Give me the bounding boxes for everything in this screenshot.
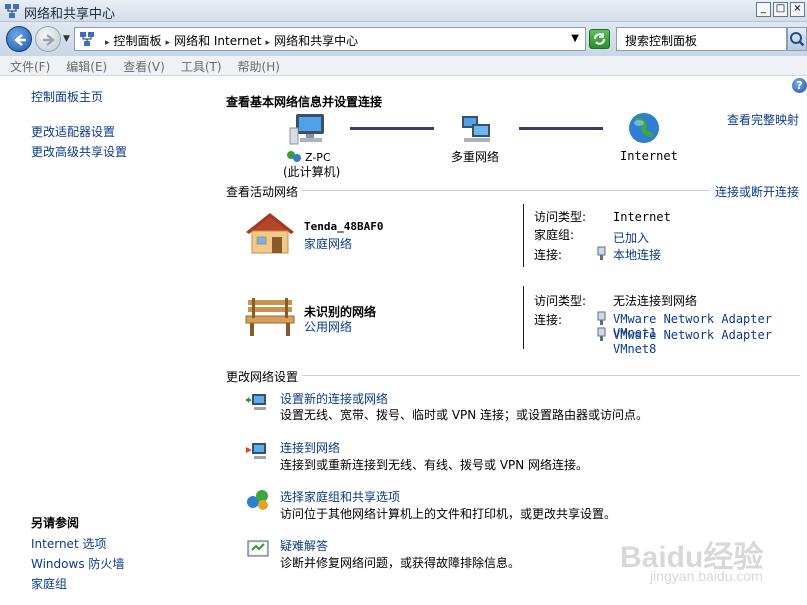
menu-view[interactable]: 查看(V) (113, 56, 165, 75)
connect-disconnect-link[interactable]: 连接或断开连接 (715, 183, 799, 200)
internet-label: Internet (620, 149, 678, 163)
breadcrumb-separator-icon[interactable]: ▸ (266, 38, 271, 48)
forward-button[interactable] (35, 26, 61, 52)
access-type-value: Internet (613, 210, 671, 224)
search-icon (790, 32, 805, 47)
connection-line (519, 127, 603, 130)
search-button[interactable] (787, 27, 807, 51)
task-description: 连接到或重新连接到无线、有线、拨号或 VPN 网络连接。 (280, 458, 589, 472)
vmnet8-link[interactable]: VMware Network Adapter VMnet8 (613, 328, 807, 356)
pc-this-computer-label: (此计算机) (283, 165, 341, 179)
menu-edit[interactable]: 编辑(E) (56, 56, 107, 75)
public-network-icon (245, 298, 295, 336)
access-type-label: 访问类型: (534, 294, 587, 308)
connection-line (350, 127, 434, 130)
menu-bar: 文件(F) 编辑(E) 查看(V) 工具(T) 帮助(H) (0, 56, 807, 76)
globe-icon (629, 113, 659, 143)
network-type-link[interactable]: 家庭网络 (304, 235, 352, 252)
breadcrumb-control-panel[interactable]: 控制面板 (114, 34, 162, 48)
change-settings-heading: 更改网络设置 (226, 370, 299, 384)
refresh-button[interactable] (589, 29, 610, 49)
control-panel-home-link[interactable]: 控制面板主页 (31, 88, 103, 105)
home-network-icon (246, 213, 294, 254)
user-network-icon (287, 151, 301, 162)
close-button[interactable]: × (790, 2, 805, 17)
maximize-button[interactable]: □ (773, 2, 788, 17)
divider (302, 190, 710, 191)
new-connection-icon (246, 394, 266, 410)
connect-network-icon (246, 443, 266, 459)
access-type-value: 无法连接到网络 (613, 294, 698, 308)
address-toolbar: ▼ ▸ 控制面板 ▸ 网络和 Internet ▸ 网络和共享中心 ▼ 搜索控制面板 (0, 22, 807, 56)
control-panel-icon (80, 32, 94, 46)
task-description: 诊断并修复网络问题，或获得故障排除信息。 (280, 556, 521, 570)
back-button[interactable] (6, 26, 32, 52)
setup-connection-link[interactable]: 设置新的连接或网络 (280, 390, 388, 407)
connection-label: 连接: (534, 248, 563, 262)
ethernet-icon (597, 246, 606, 260)
view-full-map-link[interactable]: 查看完整映射 (727, 111, 799, 128)
ethernet-icon (597, 327, 606, 341)
advanced-sharing-settings-link[interactable]: 更改高级共享设置 (31, 143, 127, 160)
network-center-icon (5, 4, 19, 18)
homegroup-link[interactable]: 家庭组 (31, 575, 67, 592)
arrow-right-icon (43, 34, 55, 46)
connect-to-network-link[interactable]: 连接到网络 (280, 439, 340, 456)
divider (523, 286, 524, 349)
arrow-left-icon (14, 34, 26, 46)
breadcrumb-network-center[interactable]: 网络和共享中心 (274, 34, 358, 48)
title-bar: 网络和共享中心 _ □ × (0, 0, 807, 22)
watermark-url: jingyan.baidu.com (650, 568, 763, 584)
local-connection-link[interactable]: 本地连接 (613, 246, 661, 263)
ethernet-icon (597, 311, 606, 325)
homegroup-label: 家庭组: (534, 228, 575, 242)
task-description: 访问位于其他网络计算机上的文件和打印机，或更改共享设置。 (280, 507, 617, 521)
breadcrumb: ▸ 控制面板 ▸ 网络和 Internet ▸ 网络和共享中心 (101, 32, 358, 49)
homegroup-sharing-link[interactable]: 选择家庭组和共享选项 (280, 488, 400, 505)
network-type-link[interactable]: 公用网络 (304, 318, 352, 335)
breadcrumb-separator-icon[interactable]: ▸ (166, 38, 171, 48)
menu-file[interactable]: 文件(F) (0, 56, 50, 75)
address-dropdown-icon[interactable]: ▼ (571, 33, 579, 44)
menu-tools[interactable]: 工具(T) (171, 56, 222, 75)
breadcrumb-separator-icon[interactable]: ▸ (105, 38, 110, 48)
history-dropdown-icon[interactable]: ▼ (63, 34, 70, 44)
page-title: 查看基本网络信息并设置连接 (226, 95, 383, 109)
troubleshoot-icon (247, 540, 269, 557)
divider (523, 204, 524, 267)
help-icon[interactable]: ? (792, 78, 807, 93)
computer-icon (289, 114, 324, 145)
homegroup-icon (247, 490, 268, 510)
search-input[interactable]: 搜索控制面板 (616, 27, 787, 51)
minimize-button[interactable]: _ (756, 2, 771, 17)
see-also-heading: 另请参阅 (31, 516, 80, 530)
refresh-icon (594, 33, 605, 45)
troubleshoot-link[interactable]: 疑难解答 (280, 537, 328, 554)
window-title: 网络和共享中心 (24, 7, 116, 22)
address-bar[interactable]: ▸ 控制面板 ▸ 网络和 Internet ▸ 网络和共享中心 ▼ (74, 27, 586, 51)
active-networks-heading: 查看活动网络 (226, 185, 299, 199)
connection-label: 连接: (534, 313, 563, 327)
menu-help[interactable]: 帮助(H) (228, 56, 280, 75)
network-name: Tenda_48BAF0 (304, 220, 384, 233)
multiple-networks-icon (462, 116, 490, 142)
access-type-label: 访问类型: (534, 210, 587, 224)
change-adapter-settings-link[interactable]: 更改适配器设置 (31, 123, 115, 140)
internet-options-link[interactable]: Internet 选项 (31, 535, 106, 552)
homegroup-joined-link[interactable]: 已加入 (613, 229, 649, 246)
breadcrumb-network-internet[interactable]: 网络和 Internet (174, 34, 261, 48)
task-description: 设置无线、宽带、拨号、临时或 VPN 连接；或设置路由器或访问点。 (280, 408, 649, 422)
divider (302, 375, 800, 376)
multiple-networks-label: 多重网络 (451, 150, 500, 164)
windows-firewall-link[interactable]: Windows 防火墙 (31, 555, 124, 572)
